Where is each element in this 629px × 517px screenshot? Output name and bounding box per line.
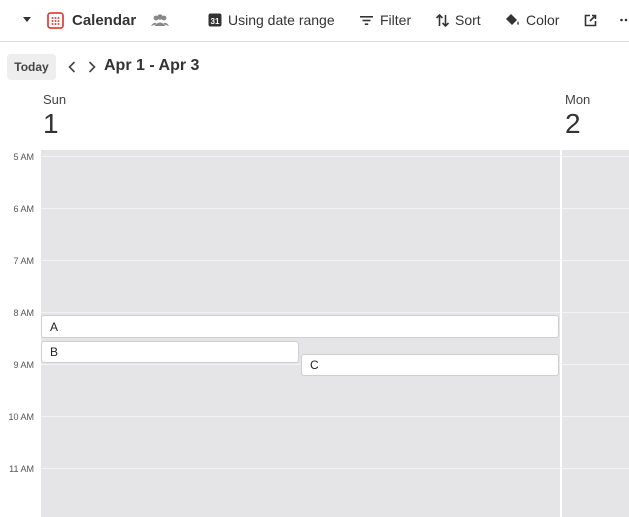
color-button[interactable]: Color: [505, 0, 559, 40]
date-range-title: Apr 1 - Apr 3: [104, 57, 200, 74]
more-options-button[interactable]: [620, 0, 629, 40]
color-label: Color: [526, 12, 560, 28]
hour-label: 9 AM: [13, 360, 34, 370]
chevron-right-icon: [88, 61, 96, 73]
calendar-grid[interactable]: A B C: [41, 150, 629, 517]
filter-button[interactable]: Filter: [360, 0, 411, 40]
calendar-event[interactable]: A: [41, 315, 559, 338]
calendar-event[interactable]: B: [41, 341, 299, 363]
hour-line: [41, 312, 629, 313]
hour-label: 7 AM: [13, 256, 34, 266]
chevron-down-icon: [22, 16, 32, 24]
date-range-button[interactable]: 31 Using date range: [208, 0, 335, 40]
previous-range-button[interactable]: [65, 58, 79, 76]
view-menu-toggle[interactable]: [22, 0, 34, 40]
hour-label: 5 AM: [13, 152, 34, 162]
day-name: Mon: [565, 92, 591, 107]
filter-icon: [360, 15, 373, 26]
hour-label: 10 AM: [8, 412, 34, 422]
day-name: Sun: [43, 92, 67, 107]
day-header-sun: Sun 1: [43, 92, 66, 138]
hour-label: 8 AM: [13, 308, 34, 318]
day-header-mon: Mon 2: [565, 92, 590, 138]
view-name: Calendar: [72, 11, 137, 29]
filter-label: Filter: [380, 12, 412, 28]
paint-bucket-icon: [505, 13, 520, 27]
calendar-31-icon: 31: [208, 13, 222, 27]
next-range-button[interactable]: [85, 58, 99, 76]
calendar-icon: [47, 11, 64, 29]
hour-line: [41, 208, 629, 209]
view-switcher[interactable]: Calendar: [47, 0, 136, 40]
hour-line: [41, 260, 629, 261]
calendar-day-number: 31: [211, 17, 220, 26]
hour-line: [41, 156, 629, 157]
external-share-icon: [584, 14, 597, 27]
hour-line: [41, 468, 629, 469]
day-column-divider: [560, 150, 562, 517]
hour-line: [41, 416, 629, 417]
collaborators-button[interactable]: [151, 0, 169, 40]
view-toolbar: Calendar 31 Using date range Filter Sort…: [0, 0, 629, 42]
date-range-label: Using date range: [228, 12, 335, 28]
day-number: 1: [43, 108, 59, 139]
more-icon: [620, 18, 629, 22]
people-icon: [151, 13, 169, 27]
today-button[interactable]: Today: [7, 54, 56, 80]
sort-label: Sort: [455, 12, 481, 28]
chevron-left-icon: [68, 61, 76, 73]
calendar-event[interactable]: C: [301, 354, 559, 376]
share-view-button[interactable]: [584, 0, 597, 40]
hour-label: 11 AM: [9, 464, 34, 474]
hour-label: 6 AM: [13, 204, 34, 214]
sort-button[interactable]: Sort: [436, 0, 481, 40]
sort-icon: [436, 13, 449, 27]
day-number: 2: [565, 108, 581, 139]
